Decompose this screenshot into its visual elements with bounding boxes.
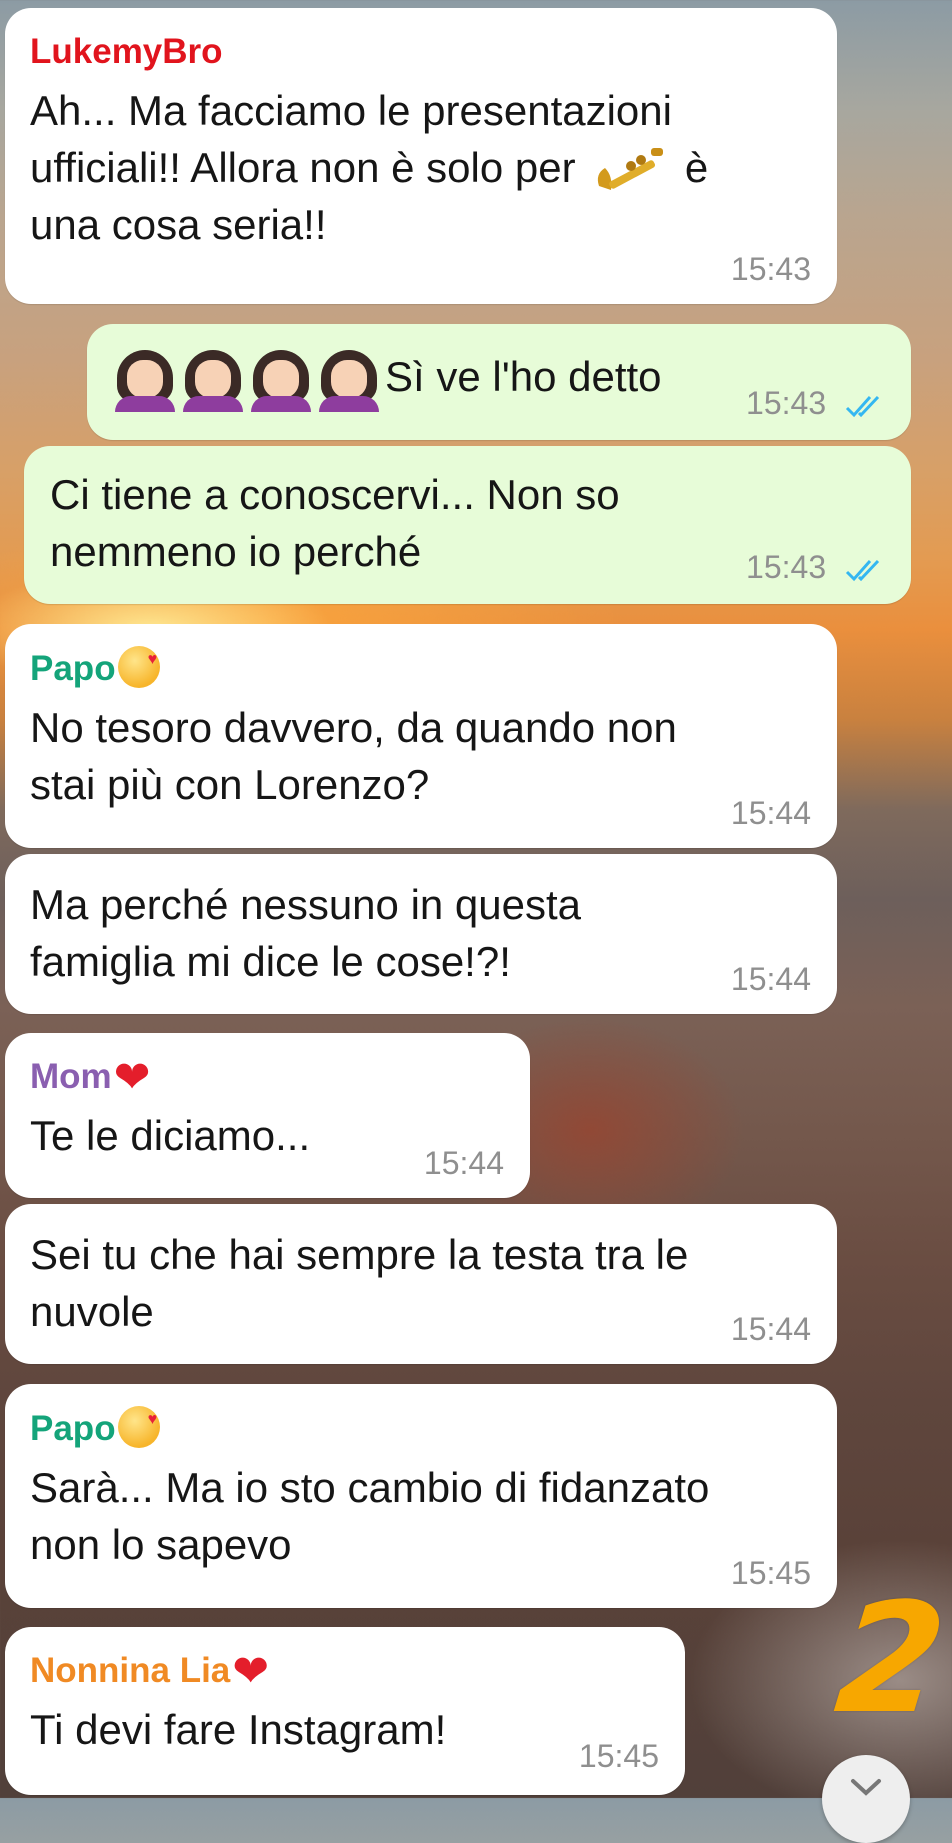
sender-name[interactable]: Mom❤ bbox=[30, 1053, 506, 1102]
message-text: Sei tu che hai sempre la testa tra le nu… bbox=[30, 1231, 689, 1335]
message-time: 15:44 bbox=[423, 1145, 504, 1181]
message-bubble[interactable]: Nonnina Lia❤ Ti devi fare Instagram! 15:… bbox=[5, 1627, 685, 1795]
message-text: Ma perché nessuno in questa famiglia mi … bbox=[30, 881, 582, 985]
sender-name[interactable]: Papo ♥ bbox=[30, 1406, 813, 1451]
scroll-to-bottom-button[interactable] bbox=[822, 1755, 910, 1843]
red-heart-icon: ❤ bbox=[113, 1053, 151, 1102]
message-text: Ti devi fare Instagram! bbox=[30, 1706, 447, 1753]
message-text: No tesoro davvero, da quando non stai pi… bbox=[30, 704, 677, 808]
message-bubble[interactable]: Mom❤ Te le diciamo... 15:44 bbox=[5, 1033, 530, 1198]
message-bubble[interactable]: Ci tiene a conoscervi... Non so nemmeno … bbox=[24, 446, 911, 604]
read-ticks-icon bbox=[845, 559, 880, 581]
message-bubble[interactable]: LukemyBro Ah... Ma facciamo le presentaz… bbox=[5, 8, 837, 304]
smiling-face-with-hearts-icon: ♥ bbox=[117, 1406, 160, 1448]
message-time: 15:43 bbox=[730, 251, 811, 287]
message-time: 15:44 bbox=[730, 1311, 811, 1347]
sender-name[interactable]: LukemyBro bbox=[30, 30, 813, 74]
red-heart-icon: ❤ bbox=[232, 1647, 270, 1696]
facepalm-icon bbox=[113, 348, 177, 412]
message-bubble[interactable]: Sei tu che hai sempre la testa tra le nu… bbox=[5, 1204, 837, 1364]
message-bubble[interactable]: Papo ♥ Sarà... Ma io sto cambio di fidanz… bbox=[5, 1384, 837, 1608]
smiling-face-with-hearts-icon: ♥ bbox=[117, 646, 160, 688]
facepalm-icon bbox=[249, 348, 313, 412]
page-number-overlay: 2 bbox=[828, 1570, 952, 1747]
sender-name[interactable]: Papo ♥ bbox=[30, 646, 813, 691]
message-time: 15:43 bbox=[746, 385, 889, 422]
message-time: 15:44 bbox=[730, 795, 811, 831]
message-time: 15:44 bbox=[730, 961, 811, 997]
message-bubble[interactable]: Ma perché nessuno in questa famiglia mi … bbox=[5, 854, 837, 1014]
trumpet-icon bbox=[598, 147, 664, 190]
message-text: Ah... Ma facciamo le presentazioni uffic… bbox=[30, 87, 709, 248]
read-ticks-icon bbox=[845, 395, 880, 417]
message-bubble[interactable]: Sì ve l'ho detto 15:43 bbox=[87, 324, 911, 440]
sender-name[interactable]: Nonnina Lia❤ bbox=[30, 1647, 661, 1696]
facepalm-icon bbox=[181, 348, 245, 412]
message-time: 15:43 bbox=[746, 549, 889, 586]
message-time: 15:45 bbox=[578, 1738, 659, 1774]
message-bubble[interactable]: Papo ♥ No tesoro davvero, da quando non s… bbox=[5, 624, 837, 848]
message-text: Sarà... Ma io sto cambio di fidanzato no… bbox=[30, 1464, 710, 1568]
facepalm-icon bbox=[317, 348, 381, 412]
message-time: 15:45 bbox=[730, 1555, 811, 1591]
chevron-down-icon bbox=[851, 1779, 881, 1796]
